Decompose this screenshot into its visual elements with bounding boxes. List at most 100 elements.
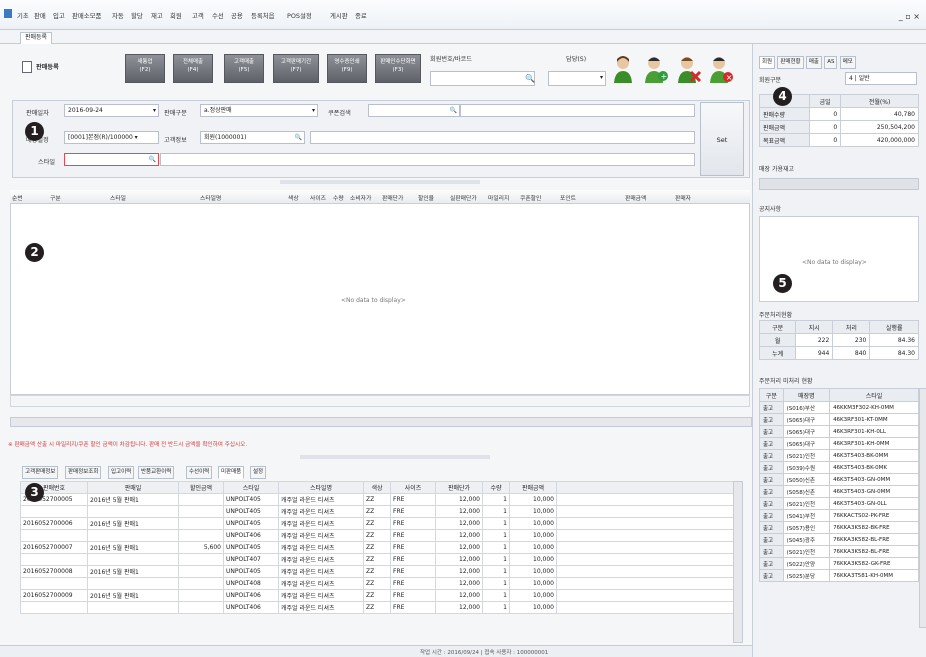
tab-sales-registration[interactable]: 판매등록 bbox=[20, 32, 53, 44]
menu-item-basic[interactable]: 기초 bbox=[17, 11, 29, 20]
member-type-field[interactable]: 4 | 일반 bbox=[845, 72, 917, 85]
customer-sales-button[interactable]: 고객매출 (F5) bbox=[224, 54, 264, 83]
tab-customer-sales-info[interactable]: 고객판매정보 bbox=[22, 466, 59, 479]
menu-item-register[interactable]: 등록처읍 bbox=[251, 11, 275, 20]
menu-item-auto[interactable]: 자동 bbox=[112, 11, 124, 20]
all-sales-button[interactable]: 전체매출 (F4) bbox=[173, 54, 213, 83]
col-style[interactable]: 스타일 bbox=[110, 193, 126, 202]
table-row[interactable]: 2016052700009 2016년 5월 판매1 UNPOLT406 캐주얼 라운… bbox=[20, 589, 738, 602]
list-item[interactable]: 출고 (S065)대구 46K3RF301-KH-0MM bbox=[759, 437, 919, 450]
col-qty[interactable]: 수량 bbox=[333, 193, 344, 202]
bottom-table-scrollbar[interactable] bbox=[733, 481, 743, 643]
list-item[interactable]: 출고 (S045)광주 76KKA3K582-BL-FRE bbox=[759, 533, 919, 546]
list-item[interactable]: 출고 (S057)용인 76KKA3K582-BK-FRE bbox=[759, 521, 919, 534]
col-discount-rate[interactable]: 할인율 bbox=[418, 193, 434, 202]
menu-item-customer[interactable]: 고객 bbox=[192, 11, 204, 20]
tab-settings[interactable]: 설정 bbox=[250, 466, 267, 479]
col-seller[interactable]: 판매자 bbox=[675, 193, 691, 202]
th-qty[interactable]: 수량 bbox=[482, 481, 510, 494]
menu-item-allocate[interactable]: 할당 bbox=[131, 11, 143, 20]
right-list-scrollbar[interactable] bbox=[919, 388, 926, 628]
tab-return-history[interactable]: 반품교환이력 bbox=[138, 466, 175, 479]
th-size[interactable]: 사이즈 bbox=[390, 481, 436, 494]
table-row[interactable]: 2016052700005 2016년 5월 판매1 UNPOLT405 캐주얼 라운… bbox=[20, 493, 738, 506]
list-item[interactable]: 출고 (S016)부산 46KKM3F302-KH-0MM bbox=[759, 401, 919, 414]
th-amount[interactable]: 판매금액 bbox=[509, 481, 557, 494]
sale-type-select[interactable]: a.정상판매 ▾ bbox=[200, 104, 318, 117]
tab-member[interactable]: 회원 bbox=[759, 56, 776, 69]
menu-item-supplies[interactable]: 판매소모품 bbox=[72, 11, 101, 20]
table-row[interactable]: 2016052700007 2016년 5월 판매1 5,600 UNPOLT405 캐… bbox=[20, 541, 738, 554]
table-row[interactable]: UNPOLT405 캐주얼 라운드 티셔츠 ZZ FRE 12,000 1 10,000 bbox=[20, 505, 738, 518]
th-style[interactable]: 스타일 bbox=[223, 481, 279, 494]
th-discount[interactable]: 할인금액 bbox=[178, 481, 224, 494]
date-field[interactable]: 2016-09-24 ▾ bbox=[64, 104, 159, 117]
table-row[interactable]: UNPOLT407 캐주얼 라운드 티셔츠 ZZ FRE 12,000 1 10,000 bbox=[20, 553, 738, 566]
th-sale-date[interactable]: 판매일 bbox=[87, 481, 179, 494]
menu-item-pos-settings[interactable]: POS설정 bbox=[287, 11, 312, 20]
list-item[interactable]: 출고 (S021)인천 46K3T5403-BK-0MM bbox=[759, 449, 919, 462]
tab-sales-info[interactable]: 판매정보조회 bbox=[65, 466, 102, 479]
coupon-extra-field[interactable] bbox=[460, 104, 695, 117]
col-amount[interactable]: 판매금액 bbox=[625, 193, 646, 202]
new-sale-button[interactable]: 새통업 (F2) bbox=[125, 54, 165, 83]
member-search-input[interactable] bbox=[430, 71, 535, 86]
menu-item-exit[interactable]: 종료 bbox=[355, 11, 367, 20]
customer-period-button[interactable]: 고객판매기간 (F7) bbox=[273, 54, 319, 83]
user-add-icon[interactable]: + bbox=[643, 54, 669, 84]
col-coupon-discount[interactable]: 쿠폰할인 bbox=[520, 193, 541, 202]
col-net-price[interactable]: 실판매단가 bbox=[450, 193, 477, 202]
list-item[interactable]: 출고 (S022)안양 76KKA3K582-GK-FRE bbox=[759, 557, 919, 570]
list-item[interactable]: 출고 (S065)대구 46K3RF301-KT-0MM bbox=[759, 413, 919, 426]
search-icon[interactable]: 🔍 bbox=[450, 105, 457, 116]
list-item[interactable]: 출고 (S021)인천 76KKA3K582-BL-FRE bbox=[759, 545, 919, 558]
col-list-price[interactable]: 소비자가 bbox=[350, 193, 371, 202]
tab-memo[interactable]: 메모 bbox=[839, 56, 856, 69]
col-color[interactable]: 색상 bbox=[288, 193, 299, 202]
list-item[interactable]: 출고 (S058)신촌 46K3T5403-GN-0MM bbox=[759, 485, 919, 498]
table-row[interactable]: UNPOLT408 캐주얼 라운드 티셔츠 ZZ FRE 12,000 1 10,000 bbox=[20, 577, 738, 590]
col-unit-price[interactable]: 판매단가 bbox=[382, 193, 403, 202]
menu-item-repair[interactable]: 수선 bbox=[212, 11, 224, 20]
tab-sales-status[interactable]: 판매현황 bbox=[777, 56, 804, 69]
tab-receive-history[interactable]: 입고이력 bbox=[108, 466, 135, 479]
tab-unsold[interactable]: 미판매품 bbox=[218, 466, 245, 479]
form-splitter[interactable] bbox=[280, 180, 480, 184]
receipt-print-button[interactable]: 영수증인쇄 (F9) bbox=[327, 54, 367, 83]
customer-input[interactable]: 회원(1000001) 🔍 bbox=[200, 131, 305, 144]
list-item[interactable]: 출고 (S065)대구 46K3RF301-KH-0LL bbox=[759, 425, 919, 438]
table-row[interactable]: UNPOLT406 캐주얼 라운드 티셔츠 ZZ FRE 12,000 1 10,000 bbox=[20, 601, 738, 614]
tab-revenue[interactable]: 매출 bbox=[805, 56, 822, 69]
sales-grid-body[interactable]: <No data to display> bbox=[10, 203, 750, 395]
menu-item-common[interactable]: 공용 bbox=[231, 11, 243, 20]
bottom-splitter[interactable] bbox=[300, 455, 490, 459]
menu-item-board[interactable]: 게시판 bbox=[330, 11, 348, 20]
list-item[interactable]: 출고 (S050)신촌 46K3T5403-GN-0MM bbox=[759, 473, 919, 486]
col-size[interactable]: 사이즈 bbox=[310, 193, 326, 202]
search-icon[interactable]: 🔍 bbox=[295, 132, 302, 143]
item-input[interactable]: 🔍 bbox=[64, 153, 159, 166]
list-item[interactable]: 출고 (S039)수원 46K3T5403-BK-0MK bbox=[759, 461, 919, 474]
list-item[interactable]: 출고 (S021)인천 46K3T5403-GN-0LL bbox=[759, 497, 919, 510]
list-item[interactable]: 출고 (S025)분당 76KKA3T581-KH-0MM bbox=[759, 569, 919, 582]
th-price[interactable]: 판매단가 bbox=[435, 481, 483, 494]
set-button[interactable]: Set bbox=[700, 102, 744, 176]
search-icon[interactable]: 🔍 bbox=[525, 74, 535, 83]
store-select[interactable]: [0001]본점(R)/100000 ▾ bbox=[64, 131, 159, 144]
menu-item-member[interactable]: 회원 bbox=[170, 11, 182, 20]
window-controls[interactable]: _ ▫ × bbox=[899, 12, 920, 21]
col-type[interactable]: 구분 bbox=[50, 193, 61, 202]
th-color[interactable]: 색상 bbox=[363, 481, 391, 494]
staff-select[interactable]: ▾ bbox=[548, 71, 606, 86]
table-row[interactable]: UNPOLT406 캐주얼 라운드 티셔츠 ZZ FRE 12,000 1 10,000 bbox=[20, 529, 738, 542]
col-mileage[interactable]: 마일리지 bbox=[488, 193, 509, 202]
list-item[interactable]: 출고 (S041)부천 76KKACTS02-PK-FRE bbox=[759, 509, 919, 522]
table-row[interactable]: 2016052700006 2016년 5월 판매1 UNPOLT405 캐주얼 라운… bbox=[20, 517, 738, 530]
user-delete-icon[interactable]: × bbox=[708, 54, 734, 84]
col-style-name[interactable]: 스타일명 bbox=[200, 193, 221, 202]
menu-item-sales[interactable]: 판매 bbox=[34, 11, 46, 20]
menu-item-stock[interactable]: 재고 bbox=[151, 11, 163, 20]
th-style-name[interactable]: 스타일명 bbox=[278, 481, 364, 494]
user-icon[interactable] bbox=[612, 54, 636, 84]
tab-repair-history[interactable]: 수선이력 bbox=[186, 466, 213, 479]
